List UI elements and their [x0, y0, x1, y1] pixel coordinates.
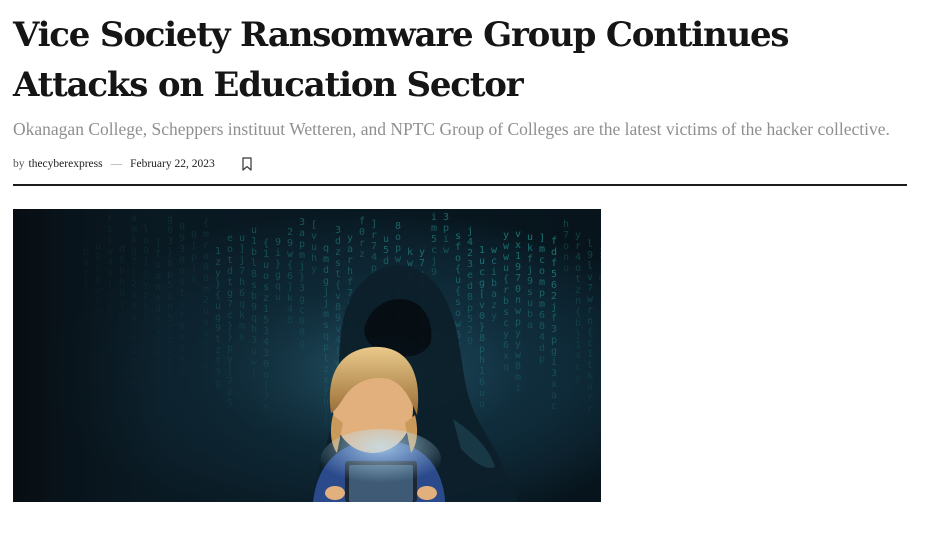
meta-separator: — [110, 158, 123, 170]
article-subtitle: Okanagan College, Scheppers instituut We… [13, 119, 890, 139]
header-divider [13, 184, 907, 186]
article: Vice Society Ransomware Group Continues … [13, 0, 908, 502]
article-title: Vice Society Ransomware Group Continues … [13, 15, 790, 105]
bookmark-icon[interactable] [241, 157, 253, 171]
byline-prefix: by [13, 158, 25, 170]
author-link[interactable]: thecyberexpress [29, 158, 103, 170]
hero-image: b8tlulrpw9esri[w4k[rpn[[ed6bhb]mtamkg7[2… [13, 209, 601, 502]
article-meta: by thecyberexpress — February 22, 2023 [13, 155, 908, 173]
publish-date: February 22, 2023 [130, 158, 215, 170]
